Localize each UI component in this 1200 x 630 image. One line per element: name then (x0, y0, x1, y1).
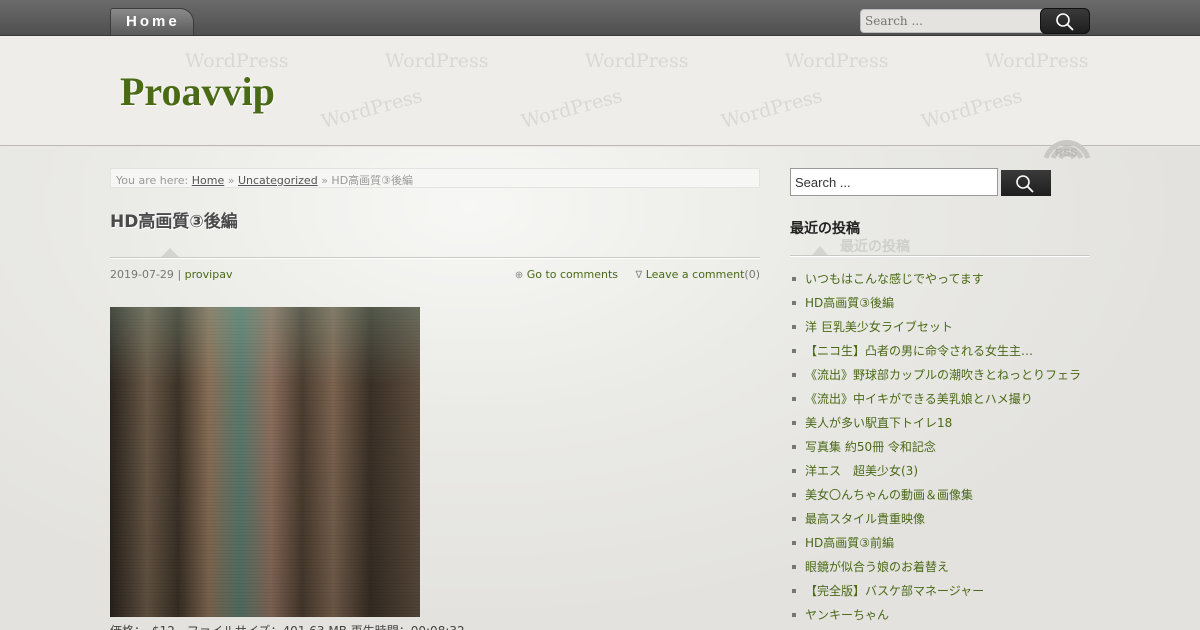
recent-post-link[interactable]: 【ニコ生】凸者の男に命令される女生主… (790, 342, 1090, 366)
breadcrumb-separator: » (227, 174, 235, 187)
leave-comment-icon: ∇ (635, 270, 643, 281)
post-author-link[interactable]: provipav (185, 268, 233, 281)
go-to-comments-link[interactable]: Go to comments (527, 268, 618, 281)
recent-post-link[interactable]: 《流出》中イキができる美乳娘とハメ撮り (790, 390, 1090, 414)
meta-separator: | (177, 268, 182, 281)
site-header: WordPress WordPress WordPress WordPress … (0, 36, 1200, 146)
wordpress-watermark: WordPress (985, 50, 1089, 72)
widget-divider-notch (812, 246, 828, 255)
recent-post-link[interactable]: 眼鏡が似合う娘のお着替え (790, 558, 1090, 582)
wordpress-watermark: WordPress (785, 50, 889, 72)
recent-post-link[interactable]: 洋 巨乳美少女ライブセット (790, 318, 1090, 342)
sidebar-search-button[interactable] (1001, 170, 1051, 196)
top-search-button[interactable] (1040, 8, 1090, 34)
wordpress-watermark: WordPress (318, 84, 425, 134)
breadcrumb-prefix: You are here: (116, 174, 189, 187)
wordpress-watermark: WordPress (718, 84, 825, 134)
recent-post-link[interactable]: 美女〇んちゃんの動画＆画像集 (790, 486, 1090, 510)
top-search-form (860, 8, 1090, 34)
site-title[interactable]: Proavvip (120, 68, 275, 115)
recent-post-link[interactable]: HD高画質③後編 (790, 294, 1090, 318)
search-icon (1016, 175, 1034, 193)
post-caption: 価格： $12 ファイルサイズ：401.63 MB 再生時間：00:08:32 (110, 622, 465, 630)
post-image[interactable] (110, 307, 420, 617)
leave-comment-link[interactable]: Leave a comment (646, 268, 745, 281)
wordpress-watermark: WordPress (518, 84, 625, 134)
breadcrumb: You are here: Home » Uncategorized » HD高… (110, 168, 760, 188)
top-search-input[interactable] (860, 9, 1050, 33)
recent-posts-title: 最近の投稿 (790, 221, 860, 237)
title-divider-notch (161, 248, 179, 257)
rss-label[interactable]: RSS (1055, 147, 1078, 159)
post-meta: 2019-07-29 | provipav (110, 268, 232, 281)
title-divider (110, 257, 760, 259)
recent-post-link[interactable]: 美人が多い駅直下トイレ18 (790, 414, 1090, 438)
top-navigation-bar: Home (0, 0, 1200, 36)
comment-count: (0) (744, 268, 760, 281)
post-comment-links: ⊕ Go to comments ∇ Leave a comment(0) (515, 268, 760, 281)
post-date: 2019-07-29 (110, 268, 174, 281)
recent-post-link[interactable]: 最高スタイル貴重映像 (790, 510, 1090, 534)
wordpress-watermark: WordPress (585, 50, 689, 72)
comments-icon: ⊕ (514, 270, 524, 281)
breadcrumb-category-link[interactable]: Uncategorized (238, 174, 318, 187)
recent-posts-list: いつもはこんな感じでやってます HD高画質③後編 洋 巨乳美少女ライブセット 【… (790, 270, 1090, 630)
recent-posts-title-shadow: 最近の投稿 (840, 239, 910, 255)
breadcrumb-home-link[interactable]: Home (192, 174, 224, 187)
breadcrumb-current: HD高画質③後編 (331, 174, 414, 187)
sidebar-search-input[interactable] (790, 168, 998, 196)
breadcrumb-separator: » (321, 174, 328, 187)
wordpress-watermark: WordPress (918, 84, 1025, 134)
recent-post-link[interactable]: ヤンキーちゃん (790, 606, 1090, 630)
recent-post-link[interactable]: 洋エス 超美少女(3) (790, 462, 1090, 486)
search-icon (1056, 13, 1074, 31)
post-title: HD高画質③後編 (110, 212, 238, 232)
recent-post-link[interactable]: HD高画質③前編 (790, 534, 1090, 558)
widget-divider (790, 255, 1090, 257)
recent-post-link[interactable]: 《流出》野球部カップルの潮吹きとねっとりフェラ (790, 366, 1090, 390)
recent-post-link[interactable]: 【完全版】バスケ部マネージャー (790, 582, 1090, 606)
wordpress-watermark: WordPress (385, 50, 489, 72)
recent-post-link[interactable]: 写真集 約50冊 令和記念 (790, 438, 1090, 462)
nav-home-tab[interactable]: Home (110, 8, 194, 35)
recent-post-link[interactable]: いつもはこんな感じでやってます (790, 270, 1090, 294)
